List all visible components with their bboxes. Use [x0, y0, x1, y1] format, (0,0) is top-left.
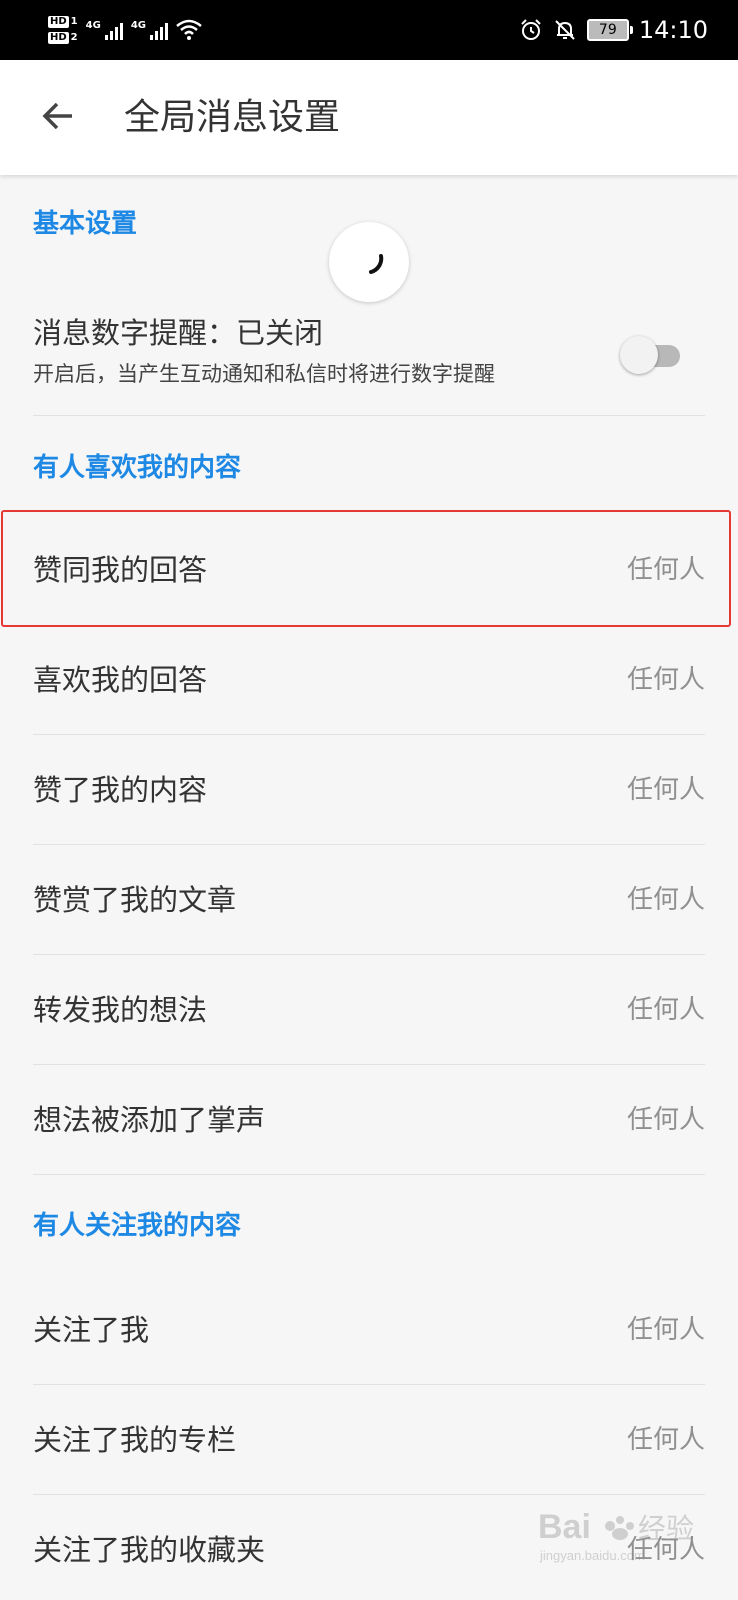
hd-sim1: HD 1	[48, 16, 78, 28]
status-bar: HD 1 HD 2 4G 4G 79 14:10	[0, 0, 738, 60]
list-item-value: 任何人	[626, 665, 705, 695]
status-right: 79 14:10	[519, 10, 708, 50]
list-item-like-content[interactable]: 赞了我的内容 任何人	[0, 735, 738, 845]
hd-sim2: HD 2	[48, 32, 78, 44]
list-item-value: 任何人	[626, 885, 705, 915]
list-item-value: 任何人	[626, 1315, 705, 1345]
list-item-label: 转发我的想法	[33, 993, 208, 1027]
list-item-value: 任何人	[626, 555, 705, 585]
mute-icon	[555, 20, 575, 40]
list-item-value: 任何人	[626, 1105, 705, 1135]
row-divider	[33, 1174, 705, 1175]
list-item-label: 想法被添加了掌声	[33, 1103, 266, 1137]
network-type-1: 4G	[85, 20, 101, 31]
hd-label-2: HD	[48, 32, 69, 44]
list-item-value: 任何人	[626, 995, 705, 1025]
section-header-likes: 有人喜欢我的内容	[33, 453, 242, 483]
list-item-repost-pin[interactable]: 转发我的想法 任何人	[0, 955, 738, 1065]
list-item-follow-column[interactable]: 关注了我的专栏 任何人	[0, 1385, 738, 1495]
spinner-icon	[369, 254, 384, 274]
sim2-number: 2	[70, 32, 78, 43]
watermark-logo: Bai 经验 jingyan.baidu.com	[538, 1508, 694, 1563]
switch-thumb	[620, 336, 658, 374]
page-title: 全局消息设置	[124, 97, 341, 138]
battery-level: 79	[598, 22, 617, 38]
loading-spinner	[329, 222, 409, 302]
svg-text:Bai: Bai	[538, 1508, 591, 1546]
digit-reminder-description: 开启后，当产生互动通知和私信时将进行数字提醒	[33, 362, 495, 386]
list-item-label: 关注了我的收藏夹	[33, 1533, 266, 1567]
status-left: HD 1 HD 2 4G 4G	[48, 10, 202, 50]
digit-reminder-switch[interactable]	[620, 335, 682, 375]
digit-reminder-title: 消息数字提醒：已关闭	[33, 316, 324, 350]
signal-icon	[104, 20, 123, 40]
section-divider	[33, 415, 705, 416]
hd-indicators: HD 1 HD 2	[48, 16, 78, 44]
back-button[interactable]	[26, 84, 90, 148]
list-item-label: 喜欢我的回答	[33, 663, 208, 697]
network-type-2: 4G	[130, 20, 146, 31]
list-item-like-answer[interactable]: 喜欢我的回答 任何人	[0, 625, 738, 735]
section-header-follows: 有人关注我的内容	[33, 1211, 242, 1241]
list-item-value: 任何人	[626, 775, 705, 805]
baidu-watermark: Bai 经验 jingyan.baidu.com	[538, 1500, 718, 1570]
battery-icon: 79	[586, 19, 633, 41]
list-item-upvote-answer[interactable]: 赞同我的回答 任何人	[0, 515, 738, 625]
section-header-basic: 基本设置	[33, 209, 138, 239]
wifi-icon	[176, 19, 202, 40]
signal-icon	[149, 20, 168, 40]
list-item-label: 赞了我的内容	[33, 773, 208, 807]
list-item-value: 任何人	[626, 1425, 705, 1455]
list-item-applause-pin[interactable]: 想法被添加了掌声 任何人	[0, 1065, 738, 1175]
list-item-label: 赞同我的回答	[33, 553, 208, 587]
signal-sim1: 4G	[86, 20, 123, 40]
list-item-label: 关注了我的专栏	[33, 1423, 237, 1457]
svg-text:经验: 经验	[638, 1512, 694, 1545]
clock: 14:10	[638, 16, 708, 44]
sim1-number: 1	[70, 16, 78, 27]
digit-reminder-row[interactable]: 消息数字提醒：已关闭 开启后，当产生互动通知和私信时将进行数字提醒	[0, 305, 738, 415]
app-bar: 全局消息设置	[0, 60, 738, 175]
list-item-reward-article[interactable]: 赞赏了我的文章 任何人	[0, 845, 738, 955]
alarm-icon	[521, 19, 541, 40]
list-item-label: 关注了我	[33, 1313, 150, 1347]
list-item-follow-me[interactable]: 关注了我 任何人	[0, 1275, 738, 1385]
svg-text:jingyan.baidu.com: jingyan.baidu.com	[539, 1548, 645, 1563]
list-item-label: 赞赏了我的文章	[33, 883, 237, 917]
arrow-left-icon	[42, 102, 72, 130]
hd-label-1: HD	[48, 16, 69, 28]
settings-content[interactable]: 基本设置 消息数字提醒：已关闭 开启后，当产生互动通知和私信时将进行数字提醒 有…	[0, 175, 738, 1600]
signal-sim2: 4G	[131, 20, 168, 40]
